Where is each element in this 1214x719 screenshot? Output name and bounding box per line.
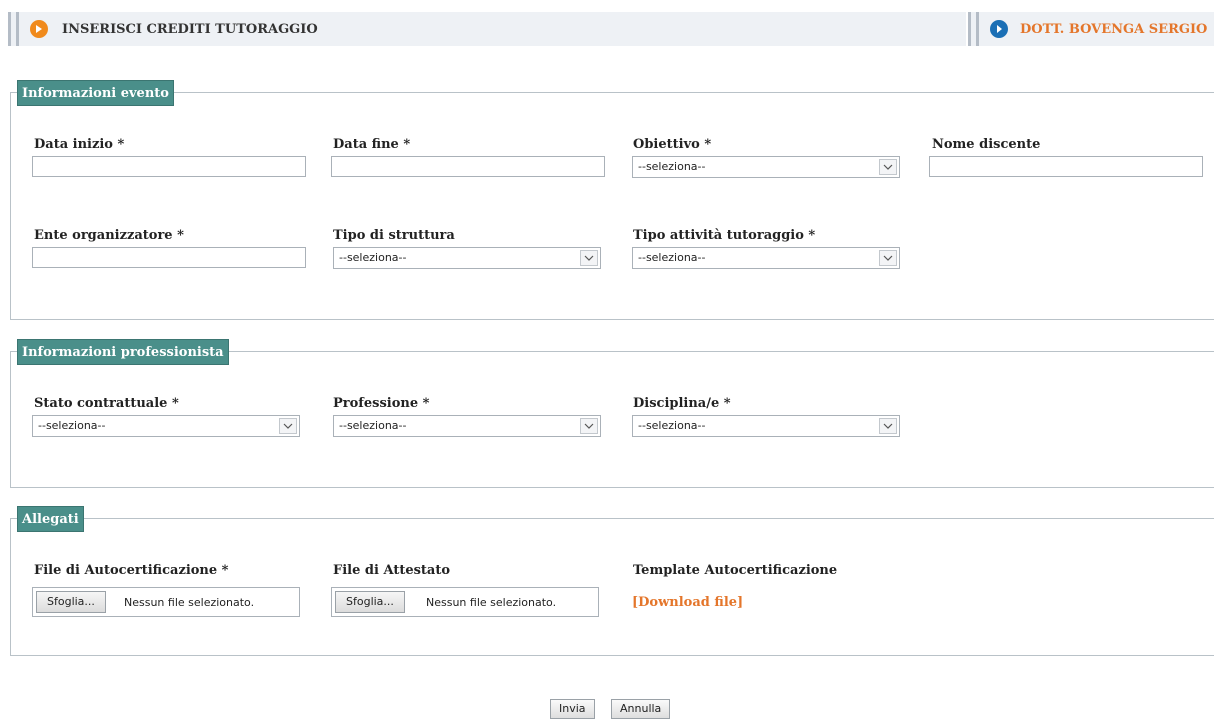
- professione-select[interactable]: --seleziona--: [333, 415, 601, 437]
- arrow-right-icon: [990, 20, 1008, 38]
- professione-label: Professione *: [333, 396, 430, 411]
- stato-contrattuale-select[interactable]: --seleziona--: [32, 415, 300, 437]
- header-divider: [8, 12, 11, 46]
- file-autocertificazione-label: File di Autocertificazione *: [34, 563, 229, 578]
- data-fine-label: Data fine *: [333, 137, 411, 152]
- tipo-struttura-select[interactable]: --seleziona--: [333, 247, 601, 269]
- select-value: --seleziona--: [38, 419, 106, 432]
- tipo-attivita-label: Tipo attività tutoraggio *: [633, 228, 816, 243]
- file-status: Nessun file selezionato.: [426, 596, 557, 609]
- obiettivo-label: Obiettivo *: [633, 137, 712, 152]
- chevron-down-icon[interactable]: [580, 250, 598, 266]
- browse-button[interactable]: Sfoglia...: [36, 591, 106, 613]
- file-attestato-label: File di Attestato: [333, 563, 451, 578]
- template-label: Template Autocertificazione: [633, 563, 838, 578]
- tipo-struttura-label: Tipo di struttura: [333, 228, 455, 243]
- chevron-down-icon[interactable]: [879, 250, 897, 266]
- header-divider: [976, 12, 979, 46]
- page-header: INSERISCI CREDITI TUTORAGGIO: [8, 12, 966, 46]
- header-divider: [16, 12, 19, 46]
- section-legend: Allegati: [17, 506, 84, 532]
- disciplina-label: Disciplina/e *: [633, 396, 731, 411]
- stato-contrattuale-label: Stato contrattuale *: [34, 396, 179, 411]
- chevron-down-icon[interactable]: [279, 418, 297, 434]
- section-legend: Informazioni professionista: [17, 339, 229, 365]
- chevron-down-icon[interactable]: [879, 418, 897, 434]
- nome-discente-label: Nome discente: [932, 137, 1041, 152]
- section-legend: Informazioni evento: [17, 80, 174, 106]
- file-attestato-input[interactable]: Sfoglia... Nessun file selezionato.: [331, 587, 599, 617]
- tipo-attivita-select[interactable]: --seleziona--: [632, 247, 900, 269]
- disciplina-select[interactable]: --seleziona--: [632, 415, 900, 437]
- download-file-link[interactable]: [Download file]: [632, 595, 743, 610]
- chevron-down-icon[interactable]: [879, 159, 897, 175]
- select-value: --seleziona--: [638, 160, 706, 173]
- user-name[interactable]: DOTT. BOVENGA SERGIO: [1020, 22, 1207, 37]
- obiettivo-select[interactable]: --seleziona--: [632, 156, 900, 178]
- data-inizio-label: Data inizio *: [34, 137, 125, 152]
- browse-button[interactable]: Sfoglia...: [335, 591, 405, 613]
- submit-button[interactable]: Invia: [550, 699, 595, 719]
- chevron-down-icon[interactable]: [580, 418, 598, 434]
- select-value: --seleziona--: [638, 251, 706, 264]
- select-value: --seleziona--: [339, 251, 407, 264]
- data-fine-input[interactable]: [331, 156, 605, 177]
- nome-discente-input[interactable]: [929, 156, 1203, 177]
- select-value: --seleziona--: [638, 419, 706, 432]
- section-informazioni-evento: Informazioni evento: [10, 80, 1214, 320]
- play-icon: [30, 20, 48, 38]
- header-divider: [968, 12, 971, 46]
- ente-organizzatore-label: Ente organizzatore *: [34, 228, 184, 243]
- file-status: Nessun file selezionato.: [124, 596, 255, 609]
- cancel-button[interactable]: Annulla: [611, 699, 671, 719]
- page-title: INSERISCI CREDITI TUTORAGGIO: [62, 22, 318, 37]
- select-value: --seleziona--: [339, 419, 407, 432]
- ente-organizzatore-input[interactable]: [32, 247, 306, 268]
- file-autocertificazione-input[interactable]: Sfoglia... Nessun file selezionato.: [32, 587, 300, 617]
- user-header: DOTT. BOVENGA SERGIO: [968, 12, 1214, 46]
- data-inizio-input[interactable]: [32, 156, 306, 177]
